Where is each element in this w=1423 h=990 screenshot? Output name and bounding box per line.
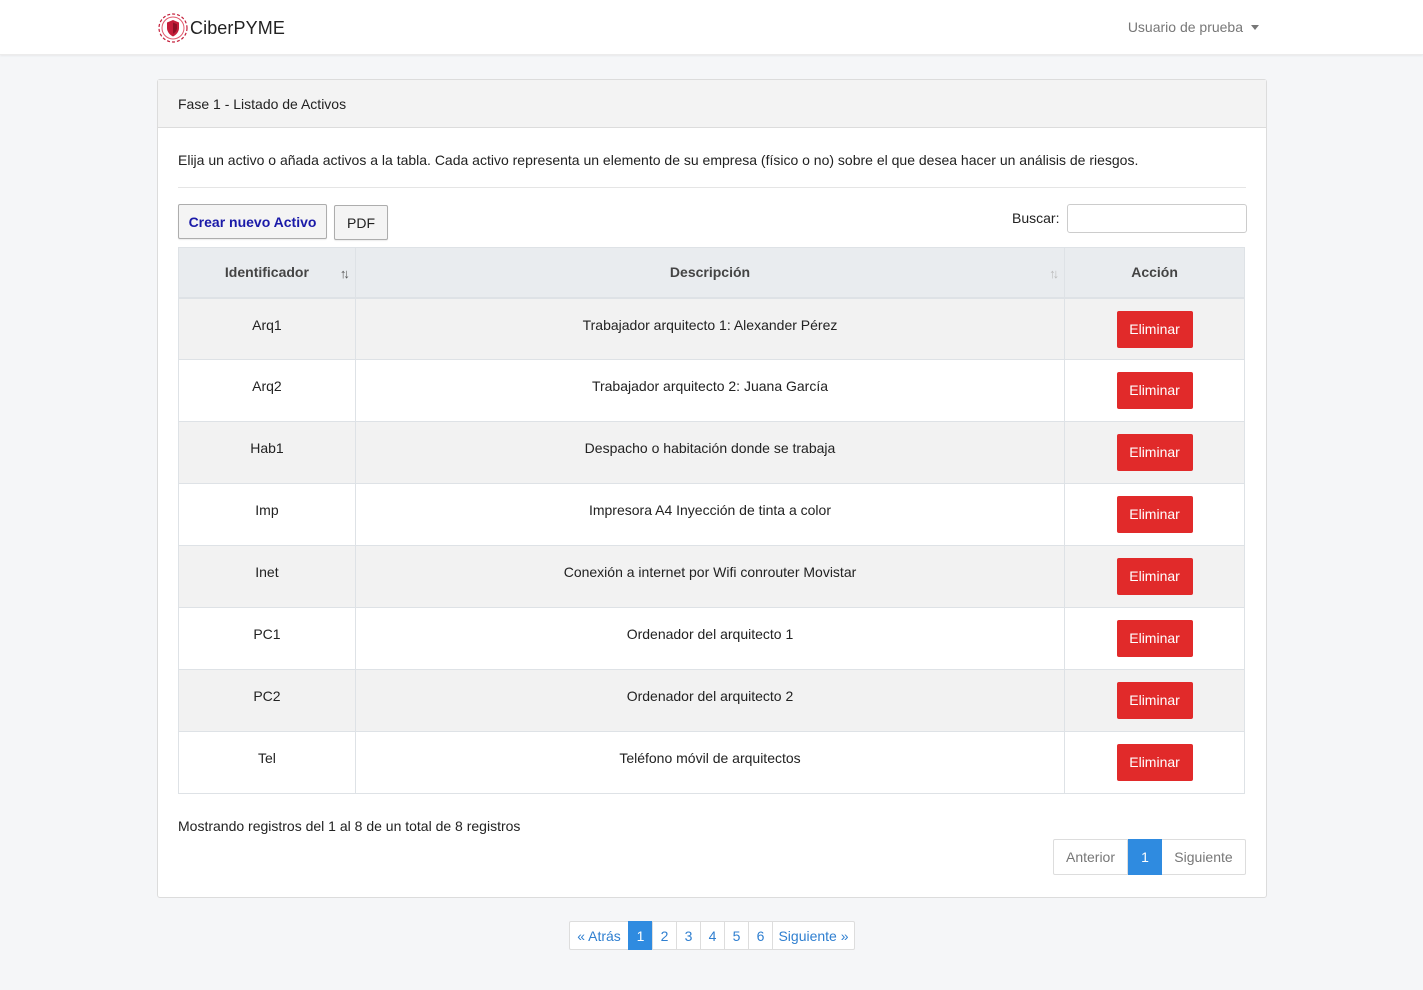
brand[interactable]: CiberPYME: [157, 12, 285, 44]
column-header-identificador[interactable]: Identificador ↑↓: [178, 247, 356, 299]
cell-description: Impresora A4 Inyección de tinta a color: [354, 483, 1066, 546]
cell-id: PC2: [178, 669, 356, 732]
cell-id: Tel: [178, 731, 356, 794]
brand-name: CiberPYME: [190, 17, 285, 38]
pagination-next-link[interactable]: Siguiente »: [772, 921, 855, 950]
column-header-label: Identificador: [224, 264, 309, 281]
sort-icon: ↑↓: [1049, 266, 1059, 281]
delete-button[interactable]: Eliminar: [1116, 372, 1193, 409]
navbar: CiberPYME Usuario de prueba: [0, 0, 1423, 55]
table-pager: Anterior 1 Siguiente: [1053, 839, 1246, 875]
table-header-row: Identificador ↑↓ Descripción ↑↓ Acción: [178, 247, 1245, 299]
cell-id: Inet: [178, 545, 356, 608]
pagination-back-link[interactable]: « Atrás: [569, 921, 629, 950]
delete-button[interactable]: Eliminar: [1116, 558, 1193, 595]
table-row[interactable]: Imp Impresora A4 Inyección de tinta a co…: [178, 483, 1245, 546]
cell-description: Trabajador arquitecto 1: Alexander Pérez: [354, 297, 1066, 360]
column-header-label: Acción: [1131, 264, 1178, 281]
cell-action: Eliminar: [1064, 421, 1245, 484]
pagination-page-6[interactable]: 6: [748, 921, 773, 950]
cell-description: Trabajador arquitecto 2: Juana García: [354, 359, 1066, 422]
cell-action: Eliminar: [1064, 731, 1245, 794]
table-row[interactable]: PC1 Ordenador del arquitecto 1 Eliminar: [178, 607, 1245, 670]
user-menu-dropdown[interactable]: Usuario de prueba: [1128, 19, 1259, 35]
phase-pagination: « Atrás 1 2 3 4 5 6 Siguiente »: [569, 921, 855, 950]
pdf-button[interactable]: PDF: [334, 205, 388, 240]
sort-icon: ↑↓: [339, 266, 350, 281]
intro-text: Elija un activo o añada activos a la tab…: [178, 152, 1139, 168]
table-row[interactable]: Arq2 Trabajador arquitecto 2: Juana Garc…: [178, 359, 1245, 422]
column-header-accion: Acción: [1064, 247, 1245, 299]
cell-id: Imp: [178, 483, 356, 546]
pagination-page-5[interactable]: 5: [724, 921, 749, 950]
cell-action: Eliminar: [1064, 607, 1245, 670]
cell-id: PC1: [178, 607, 356, 670]
cell-action: Eliminar: [1064, 669, 1245, 732]
cell-action: Eliminar: [1064, 297, 1245, 360]
pager-previous-button[interactable]: Anterior: [1053, 839, 1128, 875]
cell-action: Eliminar: [1064, 483, 1245, 546]
pagination-page-1[interactable]: 1: [628, 921, 653, 950]
cell-id: Hab1: [178, 421, 356, 484]
table-row[interactable]: Arq1 Trabajador arquitecto 1: Alexander …: [178, 297, 1245, 360]
cell-description: Ordenador del arquitecto 2: [354, 669, 1066, 732]
pager-current-page[interactable]: 1: [1128, 839, 1162, 875]
assets-table: Identificador ↑↓ Descripción ↑↓ Acción A…: [178, 247, 1245, 794]
delete-button[interactable]: Eliminar: [1116, 434, 1193, 471]
search-input[interactable]: [1067, 204, 1247, 233]
cell-id: Arq1: [178, 297, 356, 360]
divider: [178, 187, 1246, 188]
cell-description: Ordenador del arquitecto 1: [354, 607, 1066, 670]
delete-button[interactable]: Eliminar: [1116, 496, 1193, 533]
delete-button[interactable]: Eliminar: [1116, 620, 1193, 657]
delete-button[interactable]: Eliminar: [1116, 682, 1193, 719]
pager-next-button[interactable]: Siguiente: [1162, 839, 1246, 875]
table-row[interactable]: Inet Conexión a internet por Wifi conrou…: [178, 545, 1245, 608]
ciberpyme-logo-icon: [158, 13, 188, 43]
records-info: Mostrando registros del 1 al 8 de un tot…: [178, 818, 521, 834]
pagination-page-3[interactable]: 3: [676, 921, 701, 950]
table-row[interactable]: PC2 Ordenador del arquitecto 2 Eliminar: [178, 669, 1245, 732]
cell-description: Despacho o habitación donde se trabaja: [354, 421, 1066, 484]
user-menu-label: Usuario de prueba: [1127, 19, 1243, 35]
delete-button[interactable]: Eliminar: [1116, 310, 1193, 348]
chevron-down-icon: [1251, 25, 1259, 30]
cell-description: Teléfono móvil de arquitectos: [354, 731, 1066, 794]
table-row[interactable]: Tel Teléfono móvil de arquitectos Elimin…: [178, 731, 1245, 794]
pagination-page-4[interactable]: 4: [700, 921, 725, 950]
column-header-descripcion[interactable]: Descripción ↑↓: [354, 247, 1066, 299]
table-row[interactable]: Hab1 Despacho o habitación donde se trab…: [178, 421, 1245, 484]
assets-card: Fase 1 - Listado de Activos Elija un act…: [157, 79, 1267, 898]
cell-action: Eliminar: [1064, 359, 1245, 422]
card-header: Fase 1 - Listado de Activos: [158, 80, 1266, 128]
column-header-label: Descripción: [669, 264, 751, 281]
cell-id: Arq2: [178, 359, 356, 422]
create-asset-button[interactable]: Crear nuevo Activo: [178, 204, 327, 239]
delete-button[interactable]: Eliminar: [1116, 744, 1193, 781]
pagination-page-2[interactable]: 2: [652, 921, 677, 950]
cell-action: Eliminar: [1064, 545, 1245, 608]
search-label: Buscar:: [1012, 210, 1060, 226]
cell-description: Conexión a internet por Wifi conrouter M…: [354, 545, 1066, 608]
